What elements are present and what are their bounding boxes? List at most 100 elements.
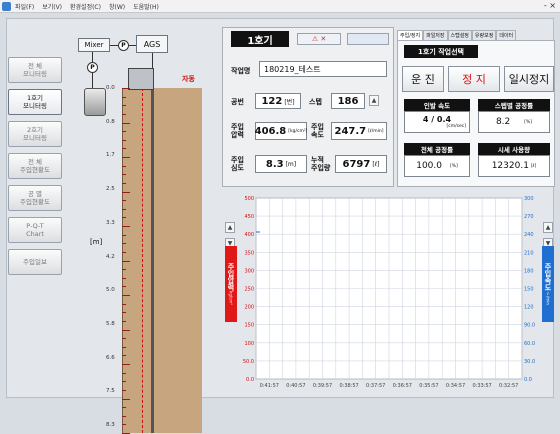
run-button[interactable]: 운 진 bbox=[402, 66, 444, 92]
depth-value: 8.3 [m] bbox=[255, 155, 307, 173]
sidebar-item-all-monitoring[interactable]: 전 체 모니터링 bbox=[8, 57, 62, 83]
sidebar-item-all-injection[interactable]: 전 체 주입현황도 bbox=[8, 153, 62, 179]
left-tick-label: 0.0 bbox=[246, 377, 254, 383]
step-ratio-unit: [%] bbox=[524, 119, 533, 125]
ruler-tick bbox=[122, 389, 126, 391]
menu-window[interactable]: 창(W) bbox=[109, 2, 125, 11]
total-unit: [ℓ] bbox=[372, 160, 380, 168]
ruler-tick bbox=[122, 381, 126, 383]
ruler-tick bbox=[122, 277, 126, 279]
right-tick-label: 300 bbox=[524, 196, 534, 202]
depth-mark: 4.2 bbox=[106, 253, 115, 260]
right-tick-label: 210 bbox=[524, 250, 534, 256]
usage-header: 시세 사용량 bbox=[478, 143, 550, 155]
app-icon bbox=[2, 1, 11, 11]
ruler-tick bbox=[122, 320, 126, 322]
ruler-tick bbox=[122, 424, 126, 426]
ruler-tick bbox=[122, 364, 130, 365]
left-tick-label: 100 bbox=[244, 341, 254, 347]
ground-section bbox=[122, 88, 202, 433]
right-tick-label: 240 bbox=[524, 232, 534, 238]
hole-label: 공번 bbox=[231, 98, 244, 106]
right-tick-label: 120 bbox=[524, 305, 534, 311]
stop-button[interactable]: 정 지 bbox=[448, 66, 500, 92]
ruler-tick bbox=[122, 113, 126, 115]
pause-button[interactable]: 일시정지 bbox=[504, 66, 554, 92]
pressure-speed-chart: ▲ ▼ 주입압력 kg/cm² ▲ ▼ 주입속도 ℓ/min 500 450 400… bbox=[222, 194, 556, 394]
depth-guide-line bbox=[142, 88, 143, 433]
tab-start-stop[interactable]: 주입/정지 bbox=[397, 30, 424, 40]
status-indicator bbox=[347, 33, 389, 45]
x-tick-label: 0:34:57 bbox=[446, 383, 465, 389]
drill-rig-icon bbox=[128, 68, 154, 90]
tab-data[interactable]: 데이터 bbox=[496, 30, 517, 40]
ruler-tick bbox=[122, 88, 130, 89]
right-tick-label: 60.0 bbox=[524, 341, 535, 347]
x-tick-label: 0:37:57 bbox=[366, 383, 385, 389]
right-tick-label: 150 bbox=[524, 287, 534, 293]
left-tick-label: 50.0 bbox=[243, 359, 254, 365]
sidebar-item-unit2-monitoring[interactable]: 2호기 모니터링 bbox=[8, 121, 62, 147]
depth-mark: 8.3 bbox=[106, 422, 115, 428]
depth-unit: [m] bbox=[285, 160, 297, 168]
tab-step-settings[interactable]: 스텝설정 bbox=[447, 30, 472, 40]
total-ratio-header: 전체 공정률 bbox=[404, 143, 470, 155]
step-ratio-header: 스텝별 공정률 bbox=[478, 99, 550, 111]
ruler-tick bbox=[122, 139, 126, 141]
pressure-label: 주입 압력 bbox=[231, 123, 244, 139]
tab-flow-calibration[interactable]: 유량보정 bbox=[471, 30, 497, 40]
pull-speed-unit: [cm/sec] bbox=[446, 124, 466, 129]
sidebar-item-pqt-chart[interactable]: P-Q-T Chart bbox=[8, 217, 62, 243]
pull-speed-header: 인발 속도 bbox=[404, 99, 470, 111]
machine-title: 1호기 bbox=[231, 31, 289, 47]
menu-help[interactable]: 도움말(H) bbox=[133, 2, 159, 11]
tank-icon bbox=[84, 88, 106, 116]
depth-mark: 7.5 bbox=[106, 388, 115, 395]
mixer-box: Mixer bbox=[78, 38, 110, 52]
injection-schematic: Mixer P AGS P 자동 0.0 0.8 1.7 2.5 3.3 4.2 5.0 5.… bbox=[72, 30, 217, 434]
step-up-button[interactable]: ▲ bbox=[369, 95, 379, 106]
x-tick-label: 0:41:57 bbox=[260, 383, 279, 389]
alarm-icon[interactable]: ⚠ ✕ bbox=[297, 33, 341, 45]
x-tick-label: 0:40:57 bbox=[286, 383, 305, 389]
pump-icon: P bbox=[118, 40, 129, 51]
sidebar-item-unit1-monitoring[interactable]: 1호기 모니터링 bbox=[8, 89, 62, 115]
speed-value: 247.7 [ℓ/min] bbox=[331, 122, 387, 140]
total-ratio-value: 100.0 [%] bbox=[404, 155, 470, 177]
ruler-tick bbox=[122, 182, 126, 184]
ruler-tick bbox=[122, 355, 126, 357]
sidebar-item-daily-report[interactable]: 주입일보 bbox=[8, 249, 62, 275]
work-name-label: 작업명 bbox=[231, 67, 251, 75]
left-tick-label: 350 bbox=[244, 250, 254, 256]
work-name-field[interactable]: 180219_테스트 bbox=[259, 61, 387, 77]
step-value: 186 bbox=[331, 93, 365, 109]
machine-select-header: 1호기 작업선택 bbox=[404, 45, 478, 58]
tab-file-save[interactable]: 파일저장 bbox=[423, 30, 448, 40]
ruler-tick bbox=[122, 295, 130, 296]
pressure-unit: [kg/cm²] bbox=[288, 128, 308, 134]
control-tabs: 주입/정지 파일저장 스텝설정 유량보정 데이터 bbox=[397, 30, 555, 40]
menu-settings[interactable]: 환경설정(C) bbox=[70, 2, 101, 11]
menu-file[interactable]: 파일(F) bbox=[15, 2, 34, 11]
right-tick-label: 270 bbox=[524, 214, 534, 220]
ruler-tick bbox=[122, 208, 126, 210]
ruler-tick bbox=[122, 234, 126, 236]
pull-speed-number: 4 / 0.4 bbox=[422, 115, 452, 124]
step-ratio-value: 8.2 [%] bbox=[478, 111, 550, 133]
speed-number: 247.7 bbox=[334, 125, 367, 137]
speed-unit: [ℓ/min] bbox=[368, 128, 384, 134]
left-tick-label: 200 bbox=[244, 305, 254, 311]
sidebar-item-hole-injection[interactable]: 공 별 주입현황도 bbox=[8, 185, 62, 211]
left-tick-label: 300 bbox=[244, 268, 254, 274]
ruler-tick bbox=[122, 243, 126, 245]
pressure-gauge-icon: P bbox=[87, 62, 98, 73]
sidebar: 전 체 모니터링 1호기 모니터링 2호기 모니터링 전 체 주입현황도 공 별… bbox=[8, 57, 62, 281]
ruler-tick bbox=[122, 165, 126, 167]
ruler-tick bbox=[122, 96, 126, 98]
menu-view[interactable]: 보기(V) bbox=[42, 2, 62, 11]
window-controls[interactable]: - × bbox=[544, 1, 556, 10]
left-tick-label: 400 bbox=[244, 232, 254, 238]
depth-mark: 0.0 bbox=[106, 85, 115, 91]
right-tick-label: 90.0 bbox=[524, 323, 535, 329]
left-tick-label: 250 bbox=[244, 287, 254, 293]
